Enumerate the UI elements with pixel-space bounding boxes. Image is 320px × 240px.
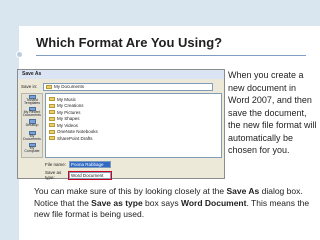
- top-accent-bar: [0, 0, 320, 26]
- folder-icon: [49, 129, 55, 134]
- folder-icon: [49, 110, 55, 115]
- bold-run: Word Document: [180, 197, 247, 208]
- file-name: My Videos: [57, 122, 78, 128]
- folder-icon: [49, 103, 55, 108]
- place-trusted-templates[interactable]: Trusted Templates: [22, 94, 42, 106]
- file-list: My Music My Creations My Pictures My Sha…: [45, 93, 222, 158]
- text-run: box says: [142, 197, 181, 208]
- place-desktop[interactable]: Desktop: [22, 118, 42, 130]
- save-as-type-value: Word Document: [71, 172, 104, 178]
- file-name: My Pictures: [57, 109, 81, 115]
- place-my-computer[interactable]: My Computer: [22, 142, 42, 154]
- dialog-title: Save As: [18, 70, 224, 79]
- file-name-row: File name: Poona Rabbage: [45, 161, 111, 168]
- file-name: SharePoint Drafts: [57, 135, 93, 141]
- file-name: OneNote Notebooks: [57, 129, 98, 135]
- bold-run: Save as type: [91, 197, 143, 208]
- bold-run: Save As: [226, 186, 260, 196]
- file-name: My Creations: [57, 103, 84, 109]
- file-name-label: File name:: [45, 162, 67, 167]
- file-name-value: Poona Rabbage: [71, 162, 104, 167]
- place-label: My Documents: [23, 133, 41, 142]
- save-as-type-label: Save as type:: [45, 170, 62, 180]
- title-underline: [36, 55, 306, 56]
- list-item[interactable]: SharePoint Drafts: [49, 135, 218, 142]
- place-recent-documents[interactable]: My Recent Documents: [22, 106, 42, 118]
- place-label: Trusted Templates: [24, 97, 40, 106]
- save-in-row: Save in: My Documents: [21, 82, 213, 91]
- right-body-text: When you create a new document in Word 2…: [228, 70, 317, 155]
- file-name: My Music: [57, 96, 76, 102]
- folder-icon: [49, 97, 55, 102]
- folder-icon: [49, 116, 55, 121]
- save-as-type-row: Save as type: Word Document: [45, 170, 112, 180]
- save-as-dialog: Save As Save in: My Documents Trusted Te…: [17, 69, 225, 180]
- places-bar: Trusted Templates My Recent Documents De…: [21, 93, 43, 158]
- file-name-input[interactable]: Poona Rabbage: [69, 161, 111, 168]
- corner-dot: [16, 51, 23, 58]
- place-label: My Computer: [24, 145, 40, 154]
- save-in-label: Save in:: [21, 84, 38, 89]
- place-my-documents[interactable]: My Documents: [22, 130, 42, 142]
- save-in-value: My Documents: [54, 84, 85, 89]
- file-name: My Shapes: [57, 116, 80, 122]
- save-in-dropdown[interactable]: My Documents: [43, 82, 213, 91]
- text-run: You can make sure of this by looking clo…: [34, 186, 227, 196]
- place-label: Desktop: [25, 123, 39, 127]
- folder-icon: [49, 123, 55, 128]
- place-label: My Recent Documents: [23, 109, 41, 118]
- slide-title: Which Format Are You Using?: [36, 35, 223, 50]
- bottom-body-text: You can make sure of this by looking clo…: [34, 186, 316, 221]
- folder-icon: [49, 136, 55, 141]
- folder-icon: [46, 84, 52, 89]
- save-as-type-dropdown[interactable]: Word Document: [68, 170, 112, 180]
